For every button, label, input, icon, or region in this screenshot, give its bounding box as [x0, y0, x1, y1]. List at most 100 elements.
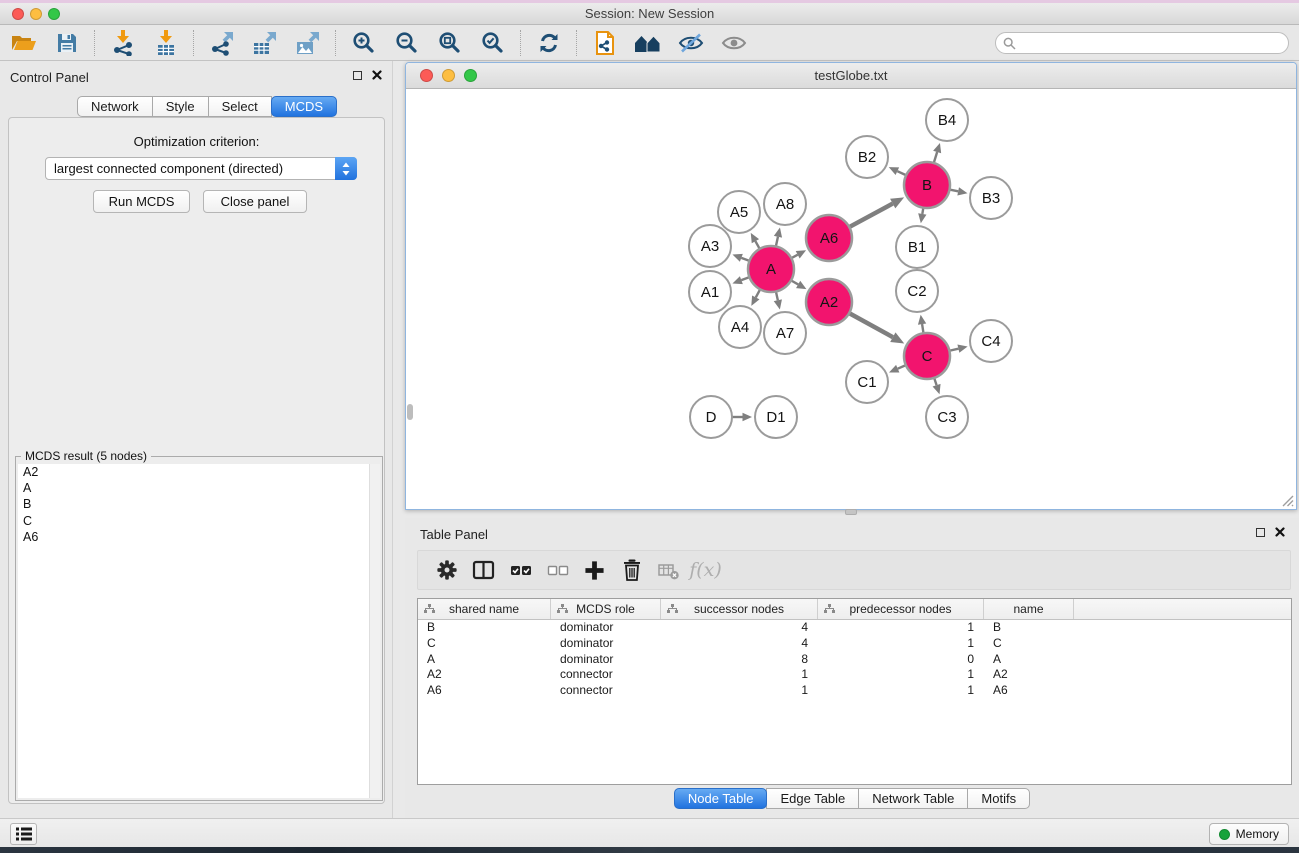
- graph-node-B3[interactable]: B3: [970, 177, 1012, 219]
- graph-edge-A6-B[interactable]: [849, 197, 904, 227]
- table-tab-motifs[interactable]: Motifs: [967, 788, 1030, 809]
- close-panel-button[interactable]: Close panel: [203, 190, 307, 213]
- graph-node-A1[interactable]: A1: [689, 271, 731, 313]
- task-history-button[interactable]: [10, 823, 37, 845]
- tab-select[interactable]: Select: [208, 96, 272, 117]
- graph-node-C3[interactable]: C3: [926, 396, 968, 438]
- search-input[interactable]: [1021, 34, 1288, 52]
- home-views-button[interactable]: [626, 27, 669, 59]
- cell-MCDS-role[interactable]: dominator: [551, 652, 661, 668]
- graph-edge-A-A5[interactable]: [751, 233, 760, 249]
- function-builder-button[interactable]: f(x): [687, 554, 724, 586]
- window-zoom-button[interactable]: [48, 8, 60, 20]
- table-tab-network-table[interactable]: Network Table: [858, 788, 968, 809]
- graph-edge-B-B1[interactable]: [918, 208, 926, 224]
- tab-style[interactable]: Style: [152, 96, 209, 117]
- split-panel-button[interactable]: [465, 554, 502, 586]
- mcds-result-item[interactable]: A6: [18, 529, 380, 545]
- float-panel-button[interactable]: [353, 71, 362, 80]
- graph-node-B1[interactable]: B1: [896, 226, 938, 268]
- graph-edge-B-B4[interactable]: [933, 143, 941, 163]
- cell-successor-nodes[interactable]: 1: [661, 667, 818, 683]
- graph-node-C2[interactable]: C2: [896, 270, 938, 312]
- export-table-button[interactable]: [243, 27, 286, 59]
- graph-node-D1[interactable]: D1: [755, 396, 797, 438]
- cell-predecessor-nodes[interactable]: 1: [818, 636, 984, 652]
- window-close-button[interactable]: [12, 8, 24, 20]
- result-list-scrollbar[interactable]: [369, 464, 380, 798]
- graph-node-C[interactable]: C: [904, 333, 950, 379]
- zoom-out-button[interactable]: [385, 27, 428, 59]
- graph-edge-A-A2[interactable]: [791, 280, 806, 289]
- cell-shared-name[interactable]: B: [418, 620, 551, 636]
- toolbar-search-field[interactable]: [995, 32, 1289, 54]
- run-mcds-button[interactable]: Run MCDS: [93, 190, 190, 213]
- zoom-in-button[interactable]: [342, 27, 385, 59]
- close-panel-icon[interactable]: [372, 70, 382, 80]
- cell-successor-nodes[interactable]: 1: [661, 683, 818, 699]
- graph-edge-C-C2[interactable]: [918, 315, 926, 334]
- cell-name[interactable]: A2: [984, 667, 1074, 683]
- table-settings-button[interactable]: [428, 554, 465, 586]
- column-header-predecessor-nodes[interactable]: predecessor nodes: [818, 599, 984, 619]
- network-canvas[interactable]: B4B2BB3B1A5A8A3A6AA1A2C2A4A7C4CC1C3DD1: [406, 89, 1296, 509]
- graph-node-B2[interactable]: B2: [846, 136, 888, 178]
- cell-shared-name[interactable]: A: [418, 652, 551, 668]
- table-tab-node-table[interactable]: Node Table: [674, 788, 768, 809]
- zoom-selected-button[interactable]: [471, 27, 514, 59]
- add-column-button[interactable]: [576, 554, 613, 586]
- cell-name[interactable]: A: [984, 652, 1074, 668]
- cell-successor-nodes[interactable]: 4: [661, 620, 818, 636]
- mcds-result-item[interactable]: A2: [18, 464, 380, 480]
- hide-graphics-details-button[interactable]: [669, 27, 712, 59]
- table-row[interactable]: A6connector11A6: [418, 683, 1291, 699]
- mcds-result-item[interactable]: C: [18, 513, 380, 529]
- graph-edge-A-A6[interactable]: [791, 250, 806, 258]
- graph-edge-B-B2[interactable]: [889, 167, 906, 175]
- network-graph[interactable]: B4B2BB3B1A5A8A3A6AA1A2C2A4A7C4CC1C3DD1: [406, 89, 1296, 509]
- graph-node-A4[interactable]: A4: [719, 306, 761, 348]
- import-table-button[interactable]: [144, 27, 187, 59]
- float-table-panel-button[interactable]: [1256, 528, 1265, 537]
- cell-name[interactable]: C: [984, 636, 1074, 652]
- mcds-result-item[interactable]: A: [18, 480, 380, 496]
- window-minimize-button[interactable]: [30, 8, 42, 20]
- graph-node-B[interactable]: B: [904, 162, 950, 208]
- cell-shared-name[interactable]: C: [418, 636, 551, 652]
- graph-node-A8[interactable]: A8: [764, 183, 806, 225]
- graph-node-A7[interactable]: A7: [764, 312, 806, 354]
- cell-MCDS-role[interactable]: dominator: [551, 620, 661, 636]
- graph-edge-A-A4[interactable]: [751, 289, 760, 306]
- zoom-fit-button[interactable]: [428, 27, 471, 59]
- close-table-panel-icon[interactable]: [1275, 527, 1285, 537]
- table-tab-edge-table[interactable]: Edge Table: [766, 788, 859, 809]
- cell-name[interactable]: A6: [984, 683, 1074, 699]
- graph-node-C1[interactable]: C1: [846, 361, 888, 403]
- graph-edge-A-A7[interactable]: [774, 291, 782, 309]
- memory-button[interactable]: Memory: [1209, 823, 1289, 845]
- graph-node-A5[interactable]: A5: [718, 191, 760, 233]
- cell-shared-name[interactable]: A6: [418, 683, 551, 699]
- graph-edge-A2-C[interactable]: [849, 313, 904, 343]
- cell-MCDS-role[interactable]: connector: [551, 667, 661, 683]
- column-header-successor-nodes[interactable]: successor nodes: [661, 599, 818, 619]
- optimization-criterion-dropdown[interactable]: largest connected component (directed): [45, 157, 357, 180]
- table-row[interactable]: Bdominator41B: [418, 620, 1291, 636]
- canvas-vertical-scrollbar[interactable]: [407, 404, 413, 420]
- graph-edge-A-A1[interactable]: [732, 276, 749, 284]
- cell-name[interactable]: B: [984, 620, 1074, 636]
- graph-edge-D-D1[interactable]: [732, 413, 752, 421]
- column-header-name[interactable]: name: [984, 599, 1074, 619]
- resize-grip-icon[interactable]: [1280, 493, 1294, 507]
- cell-predecessor-nodes[interactable]: 0: [818, 652, 984, 668]
- table-row[interactable]: Adominator80A: [418, 652, 1291, 668]
- graph-node-C4[interactable]: C4: [970, 320, 1012, 362]
- table-row[interactable]: Cdominator41C: [418, 636, 1291, 652]
- cell-successor-nodes[interactable]: 8: [661, 652, 818, 668]
- column-header-MCDS-role[interactable]: MCDS role: [551, 599, 661, 619]
- cell-shared-name[interactable]: A2: [418, 667, 551, 683]
- show-graphics-details-button[interactable]: [712, 27, 755, 59]
- column-header-shared-name[interactable]: shared name: [418, 599, 551, 619]
- save-session-button[interactable]: [45, 27, 88, 59]
- network-document-button[interactable]: [583, 27, 626, 59]
